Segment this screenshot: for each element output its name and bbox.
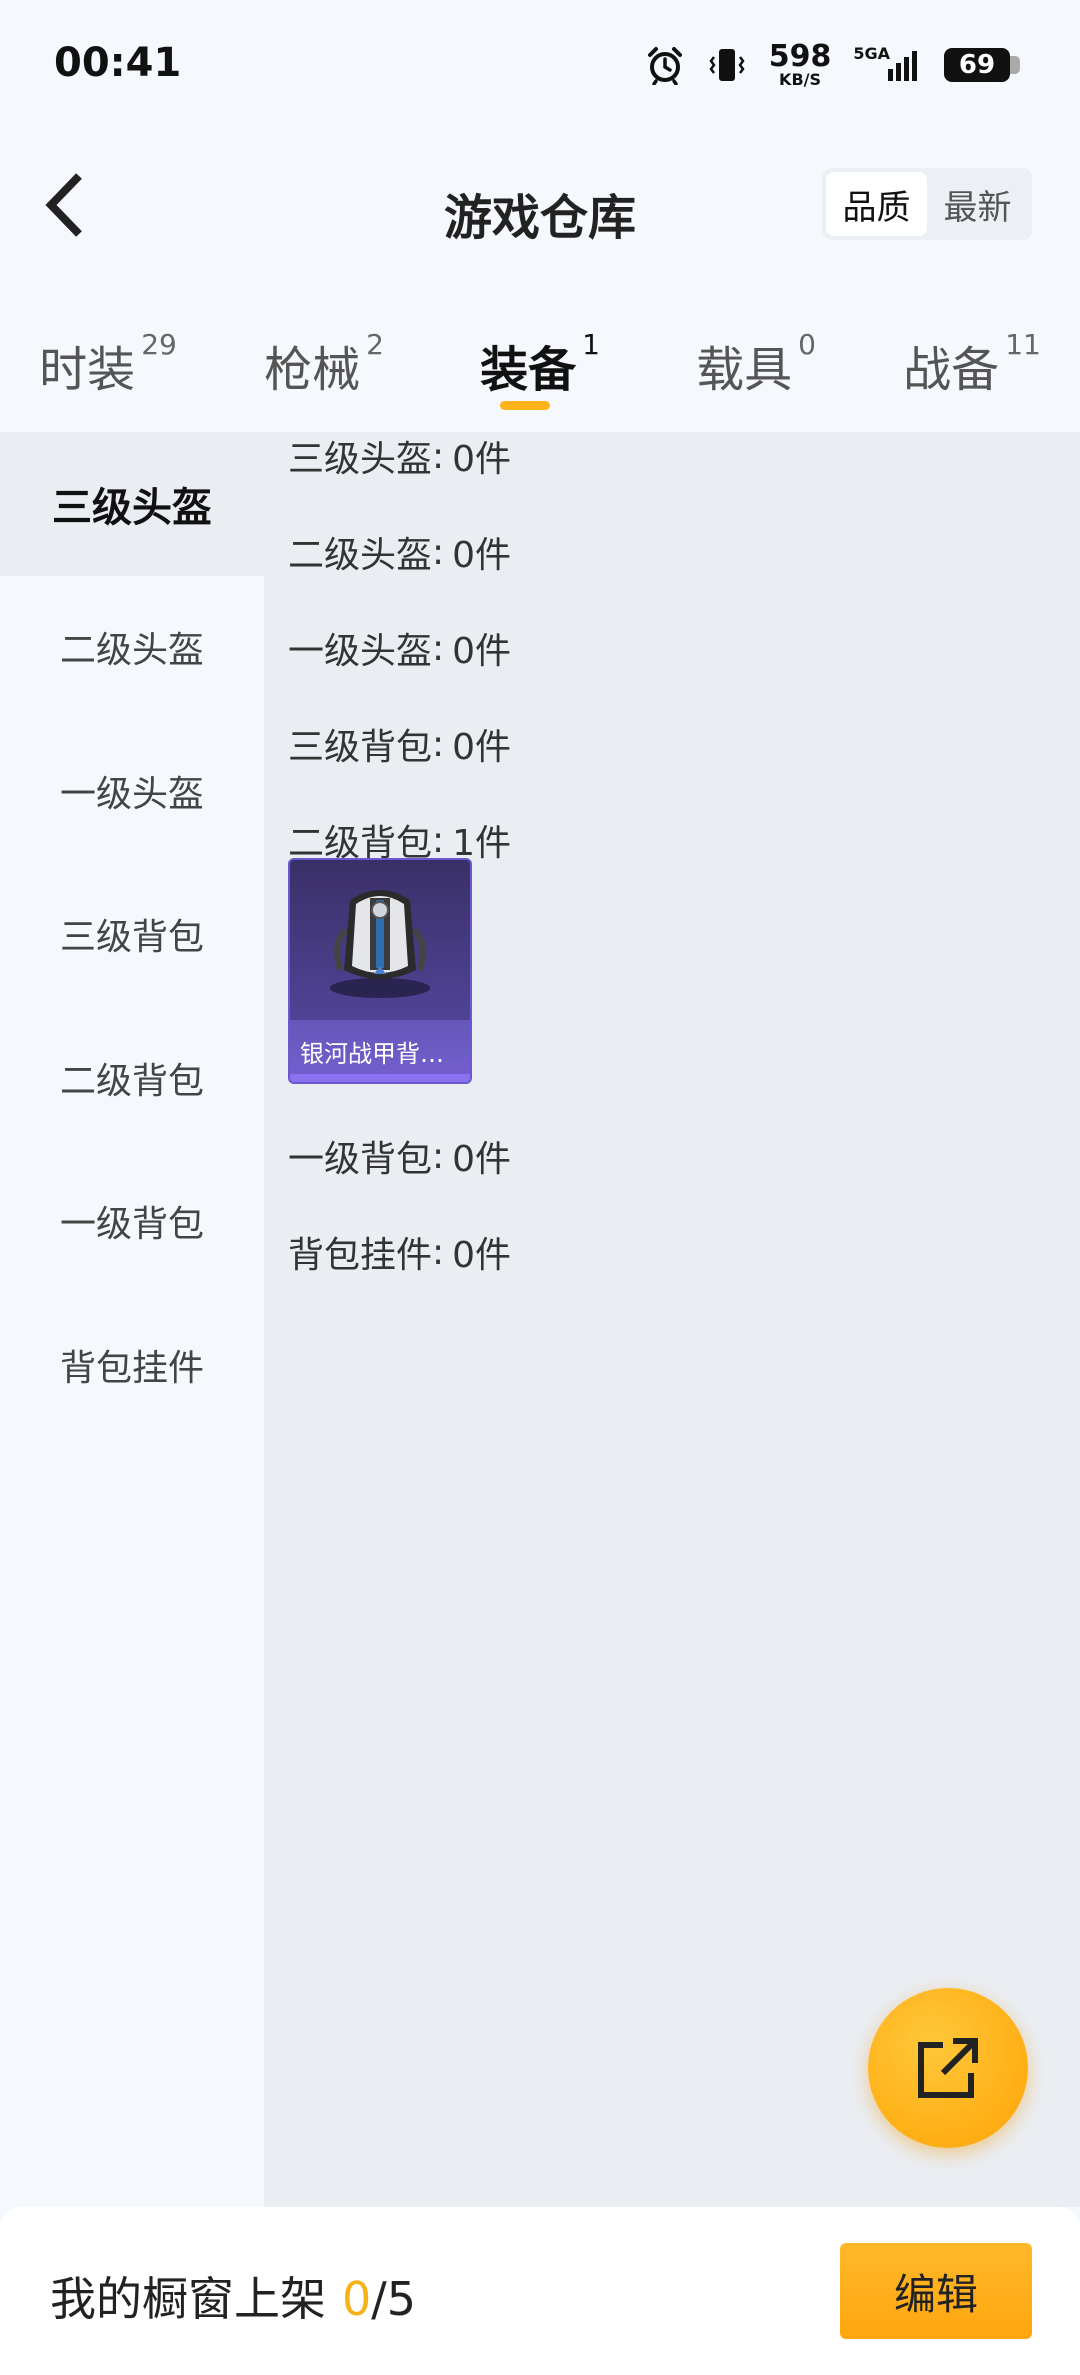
tab-label: 载具: [696, 342, 793, 398]
tab-label: 时装: [39, 342, 136, 398]
share-button[interactable]: [868, 1988, 1028, 2148]
vibrate-icon: [707, 45, 747, 85]
group-count: 0件: [452, 631, 512, 672]
group-count: 0件: [452, 439, 512, 480]
item-name: 银河战甲背包...: [300, 1039, 465, 1068]
group-name: 二级头盔: [288, 535, 433, 576]
chevron-left-icon: [45, 173, 82, 237]
tab-label: 装备: [480, 342, 577, 398]
group-title-backpack-charm: 背包挂件:0件: [288, 1204, 1080, 1300]
status-icons: 598 KB/S 5GA 69: [645, 40, 1020, 90]
tab-count: 2: [366, 328, 384, 361]
sidebar-item-level1-backpack[interactable]: 一级背包: [0, 1150, 264, 1294]
group-title-level2-helmet: 二级头盔:0件: [288, 504, 1080, 600]
group-count: 0件: [452, 535, 512, 576]
signal-icon: 5GA: [853, 43, 922, 83]
sidebar-item-level2-helmet[interactable]: 二级头盔: [0, 576, 264, 720]
sidebar-item-level3-helmet[interactable]: 三级头盔: [0, 432, 264, 576]
network-speed-unit: KB/S: [779, 70, 822, 89]
item-card[interactable]: 银河战甲背包...: [288, 858, 472, 1084]
battery-icon: 69: [944, 48, 1020, 82]
group-title-level1-helmet: 一级头盔:0件: [288, 600, 1080, 696]
group-count: 0件: [452, 1235, 512, 1276]
group-title-level3-helmet: 三级头盔:0件: [288, 408, 1080, 504]
sort-toggle: 品质 最新: [822, 168, 1032, 240]
group-count: 0件: [452, 727, 512, 768]
status-bar: 00:41 598 KB/S 5GA 69: [0, 0, 1080, 130]
network-speed: 598 KB/S: [769, 42, 832, 88]
shelf-total: /5: [371, 2272, 417, 2326]
sort-option-latest[interactable]: 最新: [927, 172, 1028, 236]
shelf-label: 我的橱窗上架: [50, 2272, 326, 2326]
shelf-status: 我的橱窗上架 0 /5: [50, 2263, 416, 2329]
edit-button[interactable]: 编辑: [840, 2243, 1032, 2339]
inventory-content: 三级头盔:0件 二级头盔:0件 一级头盔:0件 三级背包:0件 二级背包:1件: [264, 432, 1080, 2207]
tab-count: 0: [798, 328, 816, 361]
group-name: 一级头盔: [288, 631, 433, 672]
tab-count: 11: [1005, 328, 1041, 361]
item-name-bar: 银河战甲背包...: [290, 1020, 470, 1082]
backpack-icon: [290, 860, 470, 1020]
sidebar-item-level1-helmet[interactable]: 一级头盔: [0, 719, 264, 863]
sidebar-item-backpack-charm[interactable]: 背包挂件: [0, 1293, 264, 1437]
tab-label: 枪械: [264, 342, 361, 398]
bottom-bar: 我的橱窗上架 0 /5 编辑: [0, 2207, 1080, 2375]
group-name: 三级头盔: [288, 439, 433, 480]
status-time: 00:41: [54, 40, 182, 86]
group-name: 背包挂件: [288, 1235, 433, 1276]
sidebar-item-level3-backpack[interactable]: 三级背包: [0, 863, 264, 1007]
network-type: 5GA: [853, 43, 890, 63]
alarm-icon: [645, 45, 685, 85]
share-icon: [918, 2038, 978, 2098]
header: 游戏仓库 品质 最新: [0, 150, 1080, 260]
tab-count: 1: [582, 328, 600, 361]
sidebar-item-level2-backpack[interactable]: 二级背包: [0, 1006, 264, 1150]
network-speed-value: 598: [768, 39, 832, 74]
item-grid: 银河战甲背包...: [288, 858, 1080, 1084]
sort-option-quality[interactable]: 品质: [826, 172, 927, 236]
tab-fashion[interactable]: 时装 29: [0, 300, 216, 430]
tab-label: 战备: [903, 342, 1000, 398]
shelf-count: 0: [342, 2272, 372, 2326]
group-count: 0件: [452, 1139, 512, 1180]
subcategory-sidebar: 三级头盔 二级头盔 一级头盔 三级背包 二级背包 一级背包 背包挂件: [0, 432, 264, 2207]
group-title-level1-backpack: 一级背包:0件: [288, 1108, 1080, 1204]
tab-count: 29: [141, 328, 177, 361]
group-name: 一级背包: [288, 1139, 433, 1180]
rarity-bar: [290, 1074, 470, 1082]
back-button[interactable]: [30, 165, 100, 245]
group-title-level3-backpack: 三级背包:0件: [288, 696, 1080, 792]
group-name: 三级背包: [288, 727, 433, 768]
